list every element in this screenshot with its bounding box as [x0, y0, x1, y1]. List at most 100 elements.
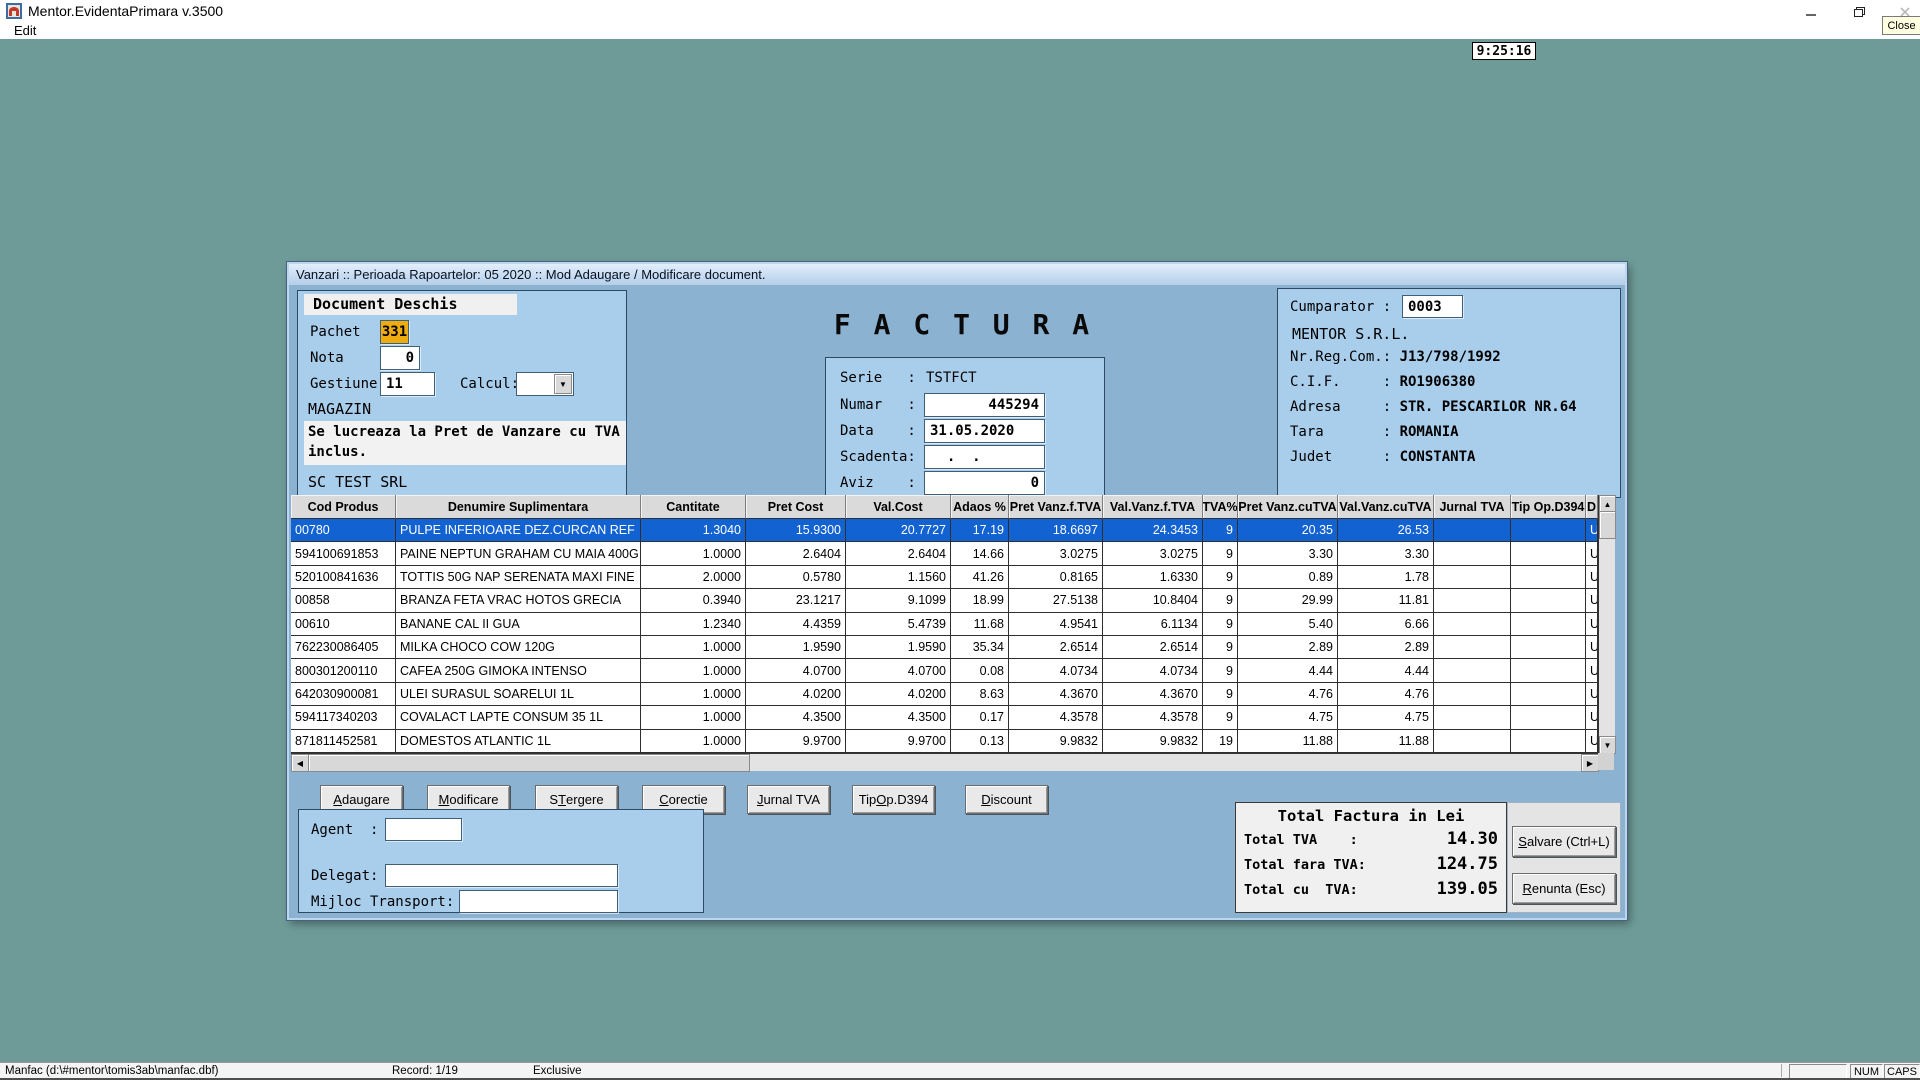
table-cell[interactable]: 11.81 — [1338, 589, 1434, 612]
table-cell[interactable]: U — [1586, 542, 1598, 565]
table-cell[interactable]: 4.0734 — [1009, 659, 1103, 682]
vertical-scroll-thumb[interactable] — [1599, 511, 1616, 539]
pachet-input[interactable]: 331 — [380, 320, 409, 344]
table-cell[interactable]: 2.6514 — [1009, 636, 1103, 659]
table-cell[interactable]: 4.0200 — [846, 683, 951, 706]
table-cell[interactable] — [1434, 683, 1511, 706]
table-cell[interactable] — [1511, 730, 1586, 753]
table-row[interactable]: 762230086405MILKA CHOCO COW 120G1.00001.… — [291, 636, 1614, 659]
table-cell[interactable]: 8.63 — [951, 683, 1009, 706]
vertical-scrollbar[interactable]: ▲ ▼ — [1598, 495, 1615, 753]
table-cell[interactable]: 1.9590 — [746, 636, 846, 659]
table-cell[interactable]: 3.30 — [1238, 542, 1338, 565]
table-cell[interactable]: 9 — [1203, 566, 1238, 589]
table-cell[interactable] — [1434, 589, 1511, 612]
table-cell[interactable] — [1434, 730, 1511, 753]
restore-button[interactable] — [1844, 5, 1874, 19]
table-cell[interactable]: 642030900081 — [291, 683, 396, 706]
table-cell[interactable]: BRANZA FETA VRAC HOTOS GRECIA — [396, 589, 641, 612]
nota-input[interactable]: 0 — [380, 346, 420, 370]
table-cell[interactable]: 4.76 — [1238, 683, 1338, 706]
table-cell[interactable]: 3.0275 — [1103, 542, 1203, 565]
table-cell[interactable]: 18.6697 — [1009, 519, 1103, 542]
salvare-ctrl-l-button[interactable]: Salvare (Ctrl+L) — [1512, 826, 1616, 857]
table-cell[interactable]: MILKA CHOCO COW 120G — [396, 636, 641, 659]
table-cell[interactable]: 4.3578 — [1103, 706, 1203, 729]
table-cell[interactable]: 1.78 — [1338, 566, 1434, 589]
table-cell[interactable]: 2.6404 — [746, 542, 846, 565]
table-cell[interactable]: 1.1560 — [846, 566, 951, 589]
table-cell[interactable]: 20.7727 — [846, 519, 951, 542]
table-cell[interactable]: 9.1099 — [846, 589, 951, 612]
table-cell[interactable]: 4.0200 — [746, 683, 846, 706]
scroll-left-icon[interactable]: ◀ — [291, 754, 309, 772]
gestiune-input[interactable]: 11 — [380, 372, 435, 396]
table-cell[interactable]: U — [1586, 659, 1598, 682]
table-cell[interactable] — [1511, 519, 1586, 542]
table-cell[interactable]: U — [1586, 730, 1598, 753]
table-cell[interactable] — [1511, 589, 1586, 612]
horizontal-scrollbar[interactable]: ◀ ▶ — [291, 753, 1598, 771]
numar-input[interactable]: 445294 — [924, 393, 1045, 417]
table-cell[interactable]: 9 — [1203, 706, 1238, 729]
table-cell[interactable]: COVALACT LAPTE CONSUM 35 1L — [396, 706, 641, 729]
table-cell[interactable]: 4.3500 — [846, 706, 951, 729]
table-cell[interactable]: 3.0275 — [1009, 542, 1103, 565]
table-cell[interactable]: 00858 — [291, 589, 396, 612]
table-cell[interactable]: 9 — [1203, 613, 1238, 636]
table-cell[interactable]: 35.34 — [951, 636, 1009, 659]
table-cell[interactable]: 4.44 — [1238, 659, 1338, 682]
scroll-right-icon[interactable]: ▶ — [1581, 754, 1599, 772]
table-cell[interactable]: 3.30 — [1338, 542, 1434, 565]
scroll-down-icon[interactable]: ▼ — [1599, 736, 1616, 754]
horizontal-scroll-thumb[interactable] — [308, 754, 750, 772]
menu-edit[interactable]: Edit — [10, 22, 40, 39]
table-cell[interactable]: TOTTIS 50G NAP SERENATA MAXI FINE — [396, 566, 641, 589]
table-cell[interactable]: 11.68 — [951, 613, 1009, 636]
table-cell[interactable]: 41.26 — [951, 566, 1009, 589]
table-cell[interactable]: 2.89 — [1238, 636, 1338, 659]
table-row[interactable]: 800301200110CAFEA 250G GIMOKA INTENSO1.0… — [291, 659, 1614, 682]
table-cell[interactable]: 1.0000 — [641, 659, 746, 682]
table-cell[interactable] — [1511, 706, 1586, 729]
table-cell[interactable]: U — [1586, 613, 1598, 636]
table-cell[interactable]: 9 — [1203, 589, 1238, 612]
table-cell[interactable]: 4.3670 — [1103, 683, 1203, 706]
table-cell[interactable] — [1434, 519, 1511, 542]
calcul-dropdown[interactable]: ▼ — [516, 372, 574, 396]
table-cell[interactable] — [1511, 542, 1586, 565]
table-cell[interactable]: U — [1586, 706, 1598, 729]
table-cell[interactable]: BANANE CAL II GUA — [396, 613, 641, 636]
table-cell[interactable]: 0.8165 — [1009, 566, 1103, 589]
table-cell[interactable]: 1.0000 — [641, 683, 746, 706]
table-cell[interactable]: 1.3040 — [641, 519, 746, 542]
table-cell[interactable]: 4.3500 — [746, 706, 846, 729]
table-row[interactable]: 00858BRANZA FETA VRAC HOTOS GRECIA0.3940… — [291, 589, 1614, 612]
table-cell[interactable]: 0.89 — [1238, 566, 1338, 589]
table-cell[interactable]: 5.40 — [1238, 613, 1338, 636]
table-cell[interactable]: CAFEA 250G GIMOKA INTENSO — [396, 659, 641, 682]
table-row[interactable]: 642030900081ULEI SURASUL SOARELUI 1L1.00… — [291, 683, 1614, 706]
table-cell[interactable]: 9.9700 — [846, 730, 951, 753]
table-cell[interactable]: 6.1134 — [1103, 613, 1203, 636]
table-row[interactable]: 00780PULPE INFERIOARE DEZ.CURCAN REF1.30… — [291, 519, 1614, 542]
cumparator-code-input[interactable]: 0003 — [1402, 295, 1463, 318]
table-cell[interactable]: 15.9300 — [746, 519, 846, 542]
table-cell[interactable]: 4.0734 — [1103, 659, 1203, 682]
table-cell[interactable]: 594117340203 — [291, 706, 396, 729]
jurnal-tva-button[interactable]: Jurnal TVA — [747, 785, 830, 814]
table-row[interactable]: 00610BANANE CAL II GUA1.23404.43595.4739… — [291, 613, 1614, 636]
table-cell[interactable]: 10.8404 — [1103, 589, 1203, 612]
table-cell[interactable]: 11.88 — [1238, 730, 1338, 753]
table-cell[interactable]: 00780 — [291, 519, 396, 542]
table-cell[interactable]: 520100841636 — [291, 566, 396, 589]
table-cell[interactable]: 23.1217 — [746, 589, 846, 612]
table-cell[interactable]: 0.08 — [951, 659, 1009, 682]
delegat-input[interactable] — [385, 864, 618, 887]
table-cell[interactable]: 871811452581 — [291, 730, 396, 753]
table-cell[interactable]: 0.5780 — [746, 566, 846, 589]
table-cell[interactable]: 4.0700 — [746, 659, 846, 682]
table-cell[interactable]: 1.6330 — [1103, 566, 1203, 589]
table-cell[interactable]: 2.0000 — [641, 566, 746, 589]
scadenta-input[interactable]: . . — [924, 445, 1045, 469]
